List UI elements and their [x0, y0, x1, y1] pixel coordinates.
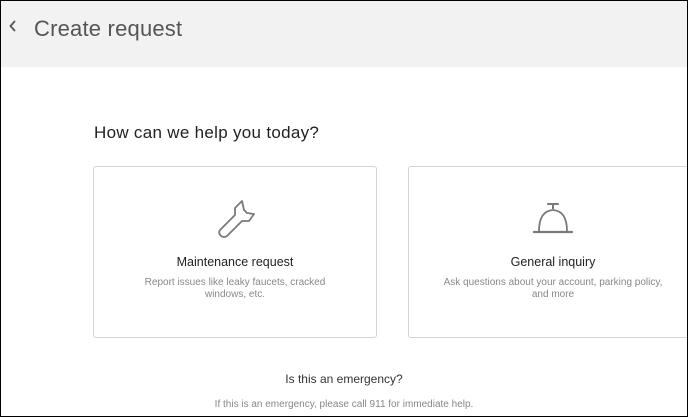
wrench-icon: [218, 200, 255, 238]
chevron-left-icon: [9, 20, 16, 32]
card-title: Maintenance request: [176, 255, 294, 269]
service-bell-icon: [532, 203, 574, 234]
general-inquiry-card[interactable]: General inquiry Ask questions about your…: [408, 166, 687, 338]
page-title: Create request: [34, 16, 183, 41]
card-description: Ask questions about your account, parkin…: [443, 277, 663, 300]
create-request-page: Create request How can we help you today…: [0, 0, 688, 417]
card-title: General inquiry: [510, 255, 596, 269]
page-header: Create request: [1, 1, 687, 67]
help-heading: How can we help you today?: [94, 123, 320, 142]
emergency-question: Is this an emergency?: [285, 372, 403, 386]
emergency-text: If this is an emergency, please call 911…: [214, 399, 474, 410]
maintenance-request-card[interactable]: Maintenance request Report issues like l…: [93, 166, 377, 338]
back-button[interactable]: [5, 15, 21, 37]
card-description: Report issues like leaky faucets, cracke…: [144, 277, 326, 300]
